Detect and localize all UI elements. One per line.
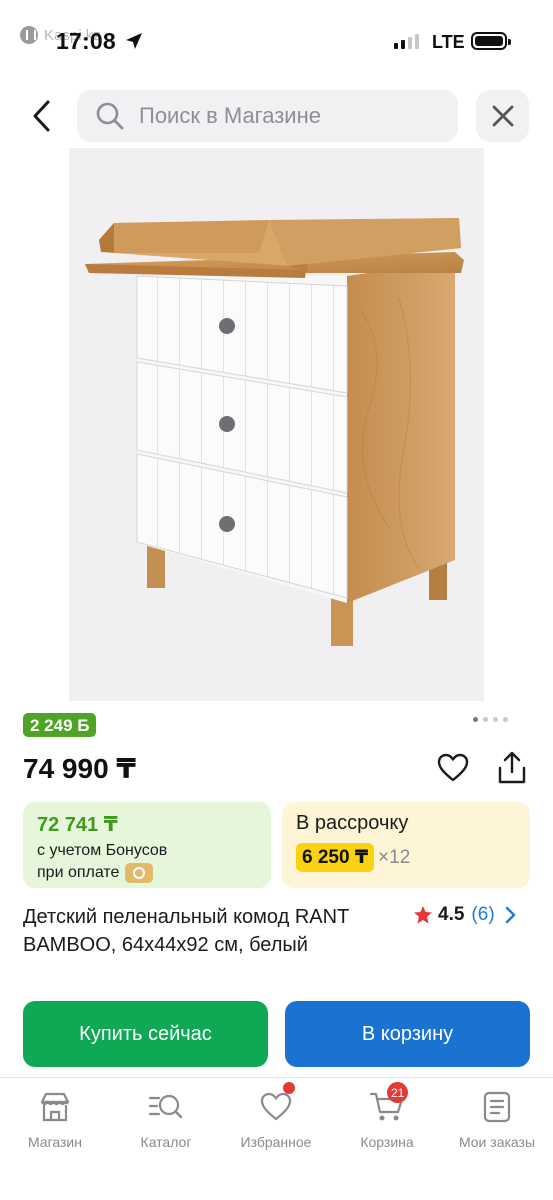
favorites-dot-badge <box>283 1082 295 1094</box>
rating-link[interactable]: 4.5 (6) <box>413 904 518 926</box>
kaspi-icon <box>20 26 38 44</box>
kaspi-bonus-icon <box>125 863 154 883</box>
bonus-price: 72 741 ₸ <box>37 814 118 836</box>
pagination-dot <box>483 717 488 722</box>
installment-monthly: 6 250 ₸ <box>296 843 375 872</box>
tab-favorites[interactable]: Избранное <box>226 1082 326 1150</box>
buy-now-button[interactable]: Купить сейчас <box>23 1001 268 1067</box>
installment-card[interactable]: В рассрочку 6 250 ₸ ×12 <box>282 802 530 888</box>
changing-dresser-illustration <box>85 218 464 646</box>
close-icon <box>492 105 513 127</box>
cart-count-badge: 21 <box>387 1082 409 1103</box>
network-label: LTE <box>432 32 465 52</box>
back-button[interactable] <box>22 94 62 138</box>
pagination-dot <box>493 717 498 722</box>
favorite-button[interactable] <box>434 750 472 786</box>
tab-cart[interactable]: 21 Корзина <box>337 1082 437 1150</box>
tab-store[interactable]: Магазин <box>5 1088 105 1150</box>
share-icon <box>498 751 526 784</box>
product-title: Детский пеленальный комод RANT BAMBOO, 6… <box>23 906 349 956</box>
search-input[interactable] <box>139 103 429 129</box>
pagination-dot-active <box>473 717 478 722</box>
installment-title: В рассрочку <box>296 812 409 834</box>
tab-catalog[interactable]: Каталог <box>116 1088 216 1150</box>
pagination-dot <box>503 717 508 722</box>
installment-months: ×12 <box>378 846 411 868</box>
tab-orders-label: Мои заказы <box>458 1134 536 1150</box>
close-button[interactable] <box>476 90 529 142</box>
product-price: 74 990 ₸ <box>23 753 136 784</box>
product-image[interactable] <box>69 148 484 701</box>
battery-icon <box>471 32 511 50</box>
bonus-price-card[interactable]: 72 741 ₸ с учетом Бонусов при оплате <box>23 802 271 888</box>
heart-icon <box>260 1092 292 1121</box>
catalog-icon <box>148 1094 183 1119</box>
bonus-note: с учетом Бонусов при оплате <box>37 840 257 884</box>
tab-orders[interactable]: Мои заказы <box>447 1088 547 1150</box>
store-icon <box>40 1092 70 1122</box>
signal-icon <box>394 34 419 49</box>
status-bar: Kaspi.kz 17:08 LTE <box>0 0 553 80</box>
tab-favorites-label: Избранное <box>240 1134 312 1150</box>
orders-icon <box>483 1091 511 1123</box>
search-bar[interactable] <box>77 90 458 142</box>
share-button[interactable] <box>494 748 530 788</box>
bonus-note-line2: при оплате <box>37 864 120 881</box>
tab-catalog-label: Каталог <box>140 1134 192 1150</box>
bonus-badge: 2 249 Б <box>23 713 97 737</box>
rating-value: 4.5 <box>438 904 465 925</box>
tab-store-label: Магазин <box>27 1134 82 1150</box>
tab-cart-label: Корзина <box>360 1134 414 1150</box>
star-icon <box>414 906 432 924</box>
search-icon <box>96 102 124 130</box>
add-to-cart-button[interactable]: В корзину <box>285 1001 530 1067</box>
chevron-right-icon <box>505 906 515 924</box>
bonus-note-line1: с учетом Бонусов <box>37 842 168 859</box>
reviews-count: (6) <box>471 904 495 925</box>
heart-icon <box>437 753 469 782</box>
status-time: 17:08 <box>56 28 116 54</box>
image-pagination <box>473 717 508 722</box>
location-arrow-icon <box>126 33 142 49</box>
chevron-left-icon <box>33 100 50 132</box>
bottom-tab-bar: Магазин Каталог Избранное 21 Корзина Мои… <box>0 1077 553 1200</box>
